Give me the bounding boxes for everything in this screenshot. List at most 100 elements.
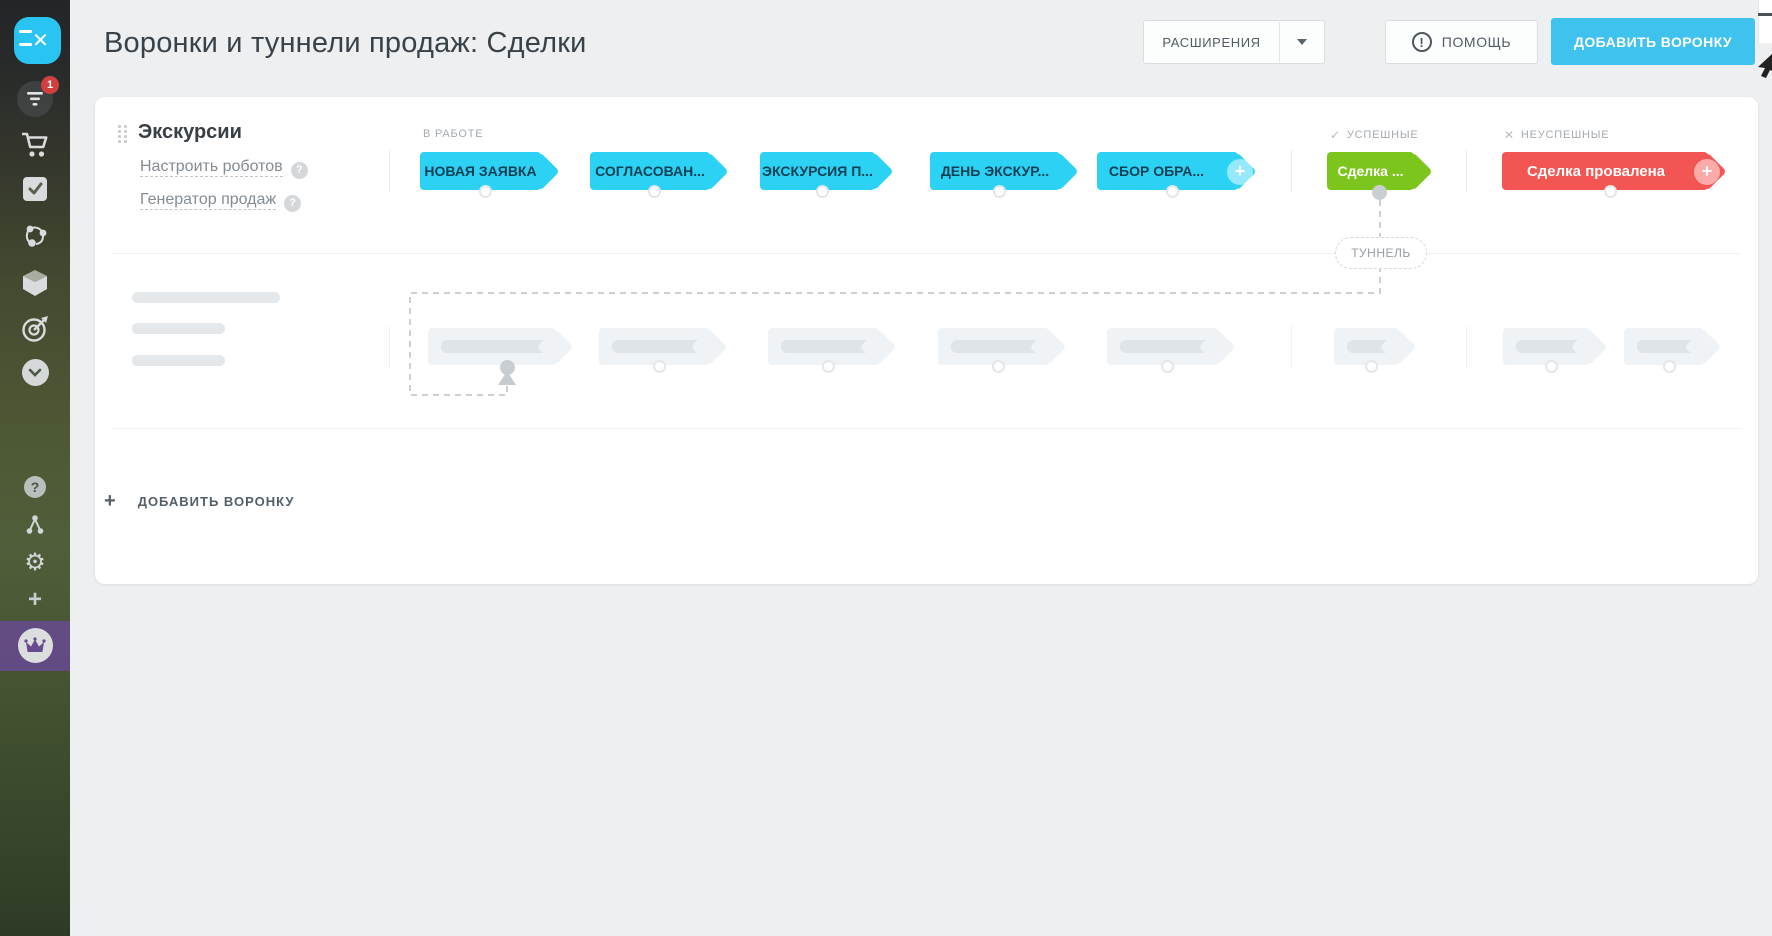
tunnel-node[interactable] [1365,360,1378,373]
ghost-stage [1503,328,1590,365]
column-label-success: ✓ УСПЕШНЫЕ [1330,128,1419,142]
tunnel-node-target[interactable] [500,360,515,375]
tunnel-node[interactable] [653,360,666,373]
ghost-stage [768,328,879,365]
sidebar-item-settings[interactable]: ⚙ [0,551,70,575]
column-divider [389,150,390,192]
exclamation-icon: ! [1411,32,1432,52]
chevron-down-icon [1297,39,1307,45]
cube-icon [23,270,47,296]
target-dart-icon [22,316,48,342]
sidebar-item-upgrade[interactable] [0,628,70,663]
add-funnel-row-label: ДОБАВИТЬ ВОРОНКУ [137,493,295,509]
row-divider [113,428,1740,429]
column-divider-ghost [1291,326,1292,368]
add-stage-button[interactable]: + [1694,159,1720,185]
extensions-button-label: РАСШИРЕНИЯ [1162,34,1261,50]
help-button-label: ПОМОЩЬ [1441,34,1512,50]
crown-icon [17,628,53,663]
column-divider-ghost [1466,326,1467,368]
gear-icon: ⚙ [24,549,46,576]
add-stage-button[interactable]: + [1227,159,1253,185]
cart-icon [22,132,48,157]
row-divider [113,253,1740,254]
stage-feedback[interactable]: СБОР ОБРА... [1097,152,1238,190]
checkbox-icon [23,177,47,201]
ghost-stage [938,328,1049,365]
tunnel-node[interactable] [479,185,492,198]
skeleton-link [132,355,225,366]
scrollbar-track[interactable] [1758,0,1772,43]
funnel-drag-handle[interactable] [118,125,127,144]
add-funnel-button-label: ДОБАВИТЬ ВОРОНКУ [1574,33,1732,50]
ghost-stage [428,328,556,365]
close-icon: ✕ [32,30,49,52]
sidebar-item-add[interactable]: + [0,586,70,613]
sidebar: ✕ 1 ? ⚙ + [0,0,70,936]
tunnel-node[interactable] [1663,360,1676,373]
stage-agreement[interactable]: СОГЛАСОВАН... [590,152,710,190]
question-icon: ? [24,476,46,498]
funnel-name[interactable]: Экскурсии [138,121,242,144]
plus-icon: + [104,489,116,512]
column-label-fail: ✕ НЕУСПЕШНЫЕ [1504,128,1610,142]
tunnel-badge[interactable]: ТУННЕЛЬ [1335,237,1427,269]
help-button[interactable]: ! ПОМОЩЬ [1385,20,1538,64]
column-divider [1466,150,1467,192]
ghost-stage [1107,328,1218,365]
scrollbar-thumb[interactable] [1758,13,1772,16]
tunnel-node[interactable] [993,185,1006,198]
tunnel-node[interactable] [1161,360,1174,373]
check-icon: ✓ [1330,128,1341,142]
sales-generator-link[interactable]: Генератор продаж? [140,191,302,212]
extensions-button[interactable]: РАСШИРЕНИЯ [1143,20,1325,64]
column-divider [1291,150,1292,192]
tunnel-node[interactable] [816,185,829,198]
column-divider-ghost [389,326,390,368]
ghost-stage [599,328,710,365]
configure-robots-link[interactable]: Настроить роботов? [140,158,308,179]
sidebar-item-products[interactable] [0,269,70,297]
molecule-icon [26,515,44,534]
skeleton-funnel-name [132,292,280,303]
sidebar-item-expand-more[interactable] [0,359,70,386]
help-badge-icon[interactable]: ? [290,162,308,179]
tunnel-node-active[interactable] [1372,185,1387,200]
stage-deal-failed[interactable]: Сделка провалена [1502,152,1708,190]
add-funnel-button[interactable]: ДОБАВИТЬ ВОРОНКУ [1551,18,1755,65]
funnel-icon: 1 [17,76,59,117]
network-icon [25,225,47,247]
notification-badge: 1 [41,76,59,94]
sidebar-item-network[interactable] [0,222,70,250]
skeleton-link [132,323,225,334]
sidebar-item-help[interactable]: ? [0,476,70,498]
mouse-cursor [1758,54,1772,78]
cross-icon: ✕ [1504,128,1515,142]
tunnel-node[interactable] [1166,185,1179,198]
tunnel-node[interactable] [992,360,1005,373]
stage-excursion[interactable]: ЭКСКУРСИЯ П... [760,152,875,190]
column-label-in-progress: В РАБОТЕ [423,128,484,140]
tunnel-node[interactable] [1604,185,1617,198]
app-screen: ✕ 1 ? ⚙ + Воронки и туннели продаж: Сдел… [0,0,1772,936]
sidebar-item-sales-funnel[interactable]: 1 [0,76,70,117]
ghost-stage [1334,328,1399,365]
sidebar-item-profile[interactable] [0,513,70,537]
sidebar-item-tasks[interactable] [0,176,70,202]
extensions-dropdown-toggle[interactable] [1280,39,1324,45]
plus-icon: + [27,586,42,613]
menu-close-button[interactable]: ✕ [14,17,61,64]
chevron-down-icon [21,359,49,386]
stage-deal-won[interactable]: Сделка ... [1327,152,1414,190]
tunnel-node[interactable] [648,185,661,198]
sidebar-item-target[interactable] [0,315,70,343]
help-badge-icon[interactable]: ? [284,195,302,212]
ghost-stage [1624,328,1704,365]
add-funnel-row-button[interactable]: + ДОБАВИТЬ ВОРОНКУ [104,483,424,519]
tunnel-node[interactable] [1545,360,1558,373]
stage-new-request[interactable]: НОВАЯ ЗАЯВКА [420,152,541,190]
page-title: Воронки и туннели продаж: Сделки [104,27,587,59]
sidebar-item-cart[interactable] [0,131,70,159]
tunnel-node[interactable] [822,360,835,373]
stage-excursion-day[interactable]: ДЕНЬ ЭКСКУР... [930,152,1060,190]
